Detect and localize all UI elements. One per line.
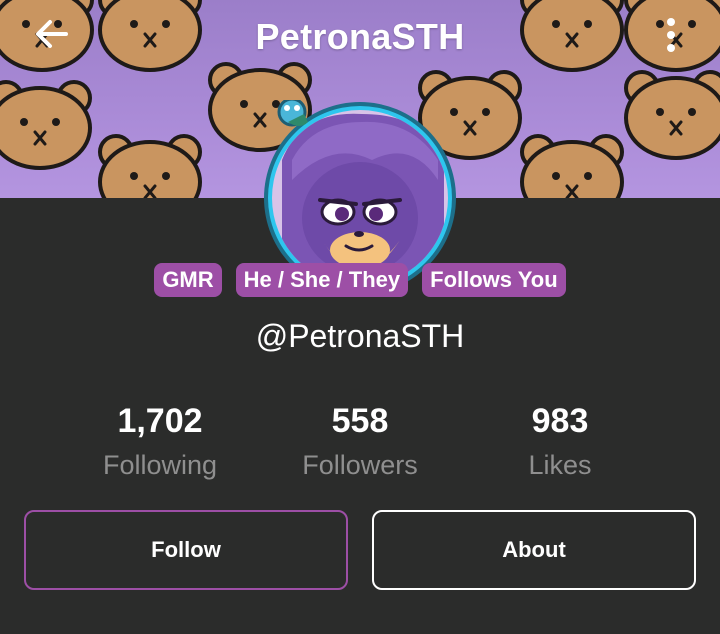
badge-pronouns: He / She / They <box>235 263 409 297</box>
more-options-button[interactable] <box>666 18 690 62</box>
stat-likes-label: Likes <box>528 450 592 480</box>
about-button[interactable]: About <box>372 510 696 590</box>
follow-button[interactable]: Follow <box>24 510 348 590</box>
stat-following-label: Following <box>102 450 218 480</box>
more-vertical-icon <box>667 18 675 52</box>
stat-followers-value: 558 <box>331 402 389 440</box>
stat-followers[interactable]: 558 Followers <box>260 400 460 488</box>
badge-gmr: GMR <box>154 263 222 297</box>
profile-badges: GMR He / She / They Follows You <box>0 263 720 297</box>
stat-following[interactable]: 1,702 Following <box>60 400 260 488</box>
stat-followers-label: Followers <box>302 450 418 480</box>
profile-handle: @PetronaSTH <box>255 318 465 354</box>
page-title: PetronaSTH <box>255 16 465 57</box>
stat-likes[interactable]: 983 Likes <box>460 400 660 488</box>
badge-follows-you: Follows You <box>422 263 566 297</box>
stat-following-value: 1,702 <box>117 402 203 440</box>
stat-likes-value: 983 <box>531 402 589 440</box>
profile-stats: 1,702 Following 558 Followers 983 Likes <box>0 400 720 490</box>
